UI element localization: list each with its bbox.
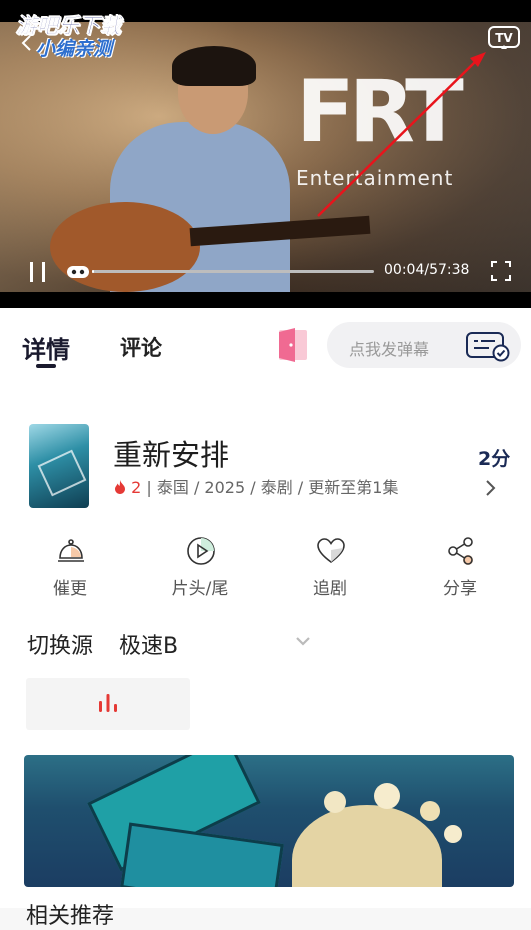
heart-icon xyxy=(317,538,345,563)
danmaku-input[interactable]: 点我发弹幕 xyxy=(327,322,521,368)
tab-bar: 详情 评论 点我发弹幕 xyxy=(0,308,531,383)
show-poster[interactable] xyxy=(29,424,89,508)
source-select[interactable]: 极速B xyxy=(119,628,178,660)
pause-icon[interactable] xyxy=(28,260,48,284)
detail-panel: 重新安排 2分 2 | 泰国 / 2025 / 泰剧 / 更新至第1集 催更 片… xyxy=(0,382,531,929)
tab-comment[interactable]: 评论 xyxy=(120,332,162,362)
show-meta: 2 | 泰国 / 2025 / 泰剧 / 更新至第1集 xyxy=(114,474,398,498)
studio-logo: FRT Entertainment xyxy=(296,62,464,190)
danmaku-settings-icon[interactable] xyxy=(465,330,511,362)
ad-banner[interactable] xyxy=(24,755,514,887)
svg-text:TV: TV xyxy=(495,31,513,45)
action-row: 催更 片头/尾 追剧 分享 xyxy=(0,532,531,602)
show-title: 重新安排 xyxy=(113,438,230,472)
play-circle-icon xyxy=(187,537,215,565)
tab-active-indicator xyxy=(36,364,56,368)
tv-icon: TV xyxy=(488,26,520,49)
fullscreen-icon[interactable] xyxy=(491,261,511,281)
show-meta-text: | 泰国 / 2025 / 泰剧 / 更新至第1集 xyxy=(146,478,399,497)
show-score: 2分 xyxy=(478,448,511,470)
progress-fill xyxy=(92,270,94,273)
danmaku-placeholder: 点我发弹幕 xyxy=(349,340,430,359)
fire-icon xyxy=(115,480,125,494)
bell-icon xyxy=(58,539,84,562)
playing-bars-icon xyxy=(99,694,117,712)
chevron-right-icon[interactable] xyxy=(484,478,498,498)
playback-time: 00:04/57:38 xyxy=(384,262,470,278)
skip-intro-outro-button[interactable]: 片头/尾 xyxy=(150,532,250,602)
popcorn-graphic xyxy=(292,805,442,887)
episode-button[interactable] xyxy=(26,678,190,730)
section-heading: 相关推荐 xyxy=(26,904,115,929)
video-player[interactable]: FRT Entertainment 游吧乐下载 小编亲测 TV 00:04/57… xyxy=(0,0,531,308)
tab-detail[interactable]: 详情 xyxy=(22,330,70,365)
remind-update-button[interactable]: 催更 xyxy=(20,532,120,602)
share-icon xyxy=(448,537,473,565)
chevron-down-icon[interactable] xyxy=(294,634,312,648)
source-label: 切换源 xyxy=(27,634,94,659)
hot-count: 2 xyxy=(131,478,142,497)
follow-series-button[interactable]: 追剧 xyxy=(280,532,380,602)
progress-bar[interactable] xyxy=(92,270,374,273)
cast-tv-button[interactable]: TV xyxy=(487,25,521,51)
door-icon[interactable] xyxy=(277,328,309,362)
share-button[interactable]: 分享 xyxy=(410,532,510,602)
video-frame[interactable]: FRT Entertainment xyxy=(0,22,531,292)
danmaku-toggle-icon[interactable] xyxy=(66,265,90,279)
back-arrow-icon[interactable] xyxy=(18,34,36,52)
